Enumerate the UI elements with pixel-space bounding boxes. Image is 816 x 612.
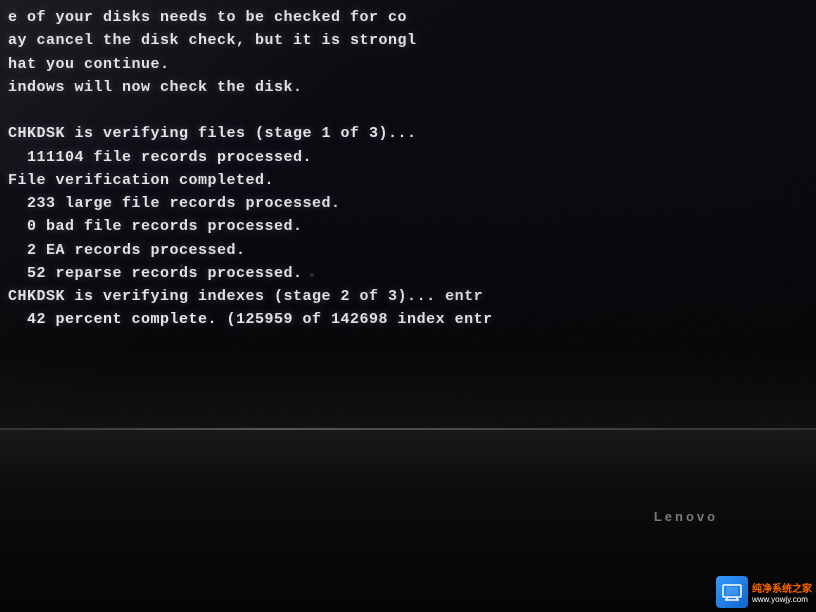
watermark-url: www.yowjy.com bbox=[752, 595, 808, 604]
watermark: 纯净系统之家 www.yowjy.com bbox=[716, 576, 812, 608]
terminal-output: e of your disks needs to be checked for … bbox=[0, 0, 501, 338]
photo-container: e of your disks needs to be checked for … bbox=[0, 0, 816, 612]
laptop-body: Lenovo bbox=[0, 428, 816, 612]
lenovo-logo: Lenovo bbox=[654, 509, 718, 524]
watermark-text-block: 纯净系统之家 www.yowjy.com bbox=[752, 580, 812, 604]
watermark-icon bbox=[716, 576, 748, 608]
watermark-site-name: 纯净系统之家 bbox=[752, 580, 812, 595]
laptop-screen: e of your disks needs to be checked for … bbox=[0, 0, 816, 441]
watermark-svg bbox=[722, 582, 742, 602]
